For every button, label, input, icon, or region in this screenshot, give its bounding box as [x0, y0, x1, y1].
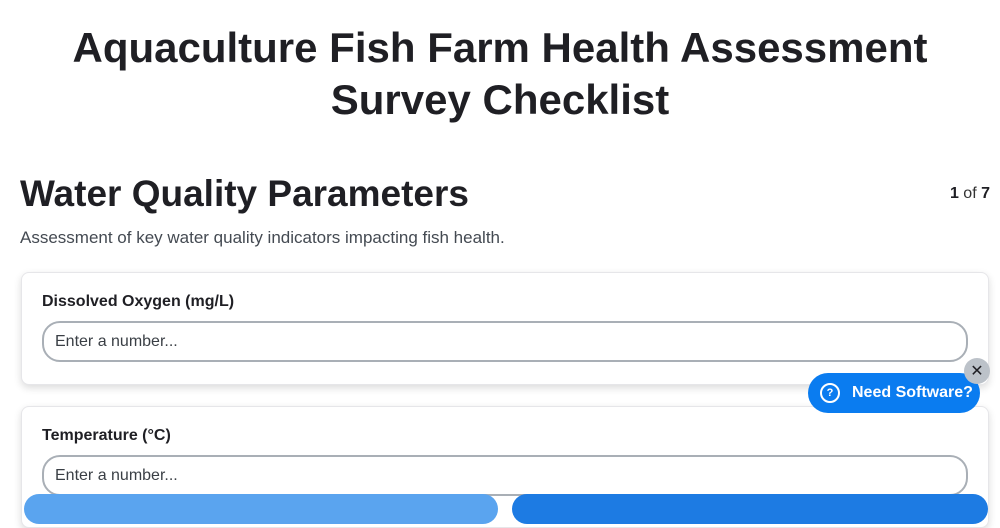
temperature-label: Temperature (°C) — [42, 427, 171, 444]
need-software-label: Need Software? — [852, 384, 973, 401]
page-current: 1 — [949, 185, 959, 202]
close-icon[interactable]: ✕ — [964, 358, 990, 384]
page-total: 7 — [981, 185, 990, 202]
previous-button[interactable] — [24, 494, 498, 524]
question-card-dissolved-oxygen: Dissolved Oxygen (mg/L) — [21, 272, 989, 385]
section-description: Assessment of key water quality indicato… — [20, 228, 505, 247]
next-button[interactable] — [512, 494, 988, 524]
question-circle-icon: ? — [820, 383, 840, 403]
section-title: Water Quality Parameters — [20, 173, 469, 214]
page-separator: of — [958, 185, 982, 202]
temperature-input[interactable] — [42, 455, 968, 496]
need-software-button[interactable]: ? Need Software? — [808, 373, 980, 413]
dissolved-oxygen-input[interactable] — [42, 321, 968, 362]
page-title: Aquaculture Fish Farm Health Assessment … — [72, 24, 928, 123]
dissolved-oxygen-label: Dissolved Oxygen (mg/L) — [42, 293, 235, 310]
page-counter: 1 of 7 — [950, 185, 990, 203]
